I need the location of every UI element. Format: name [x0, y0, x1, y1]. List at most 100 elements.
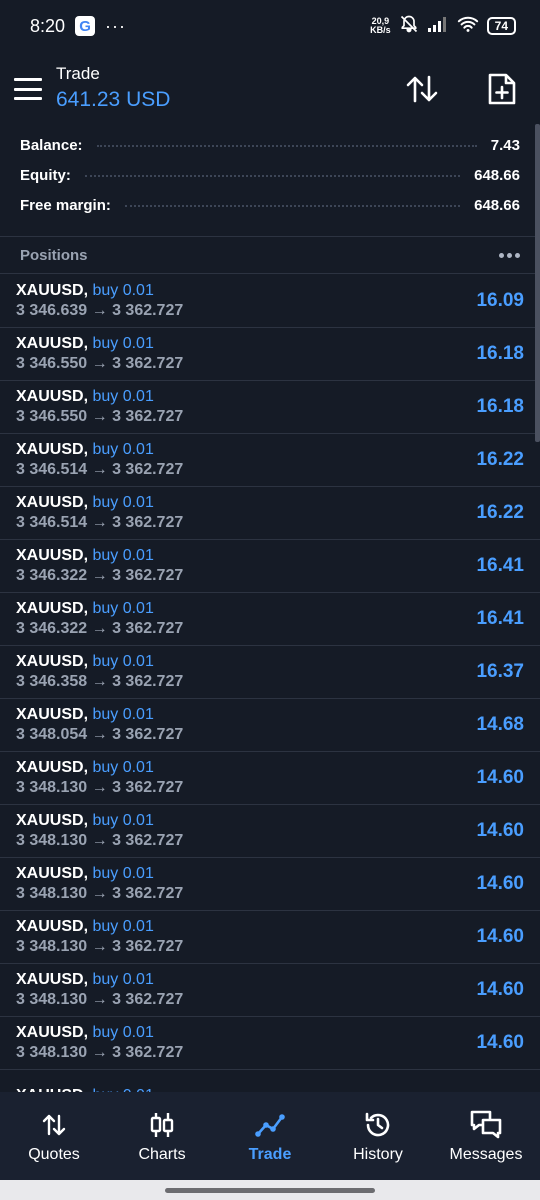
position-row[interactable]: XAUUSD, buy 0.01 3 348.130 → 3 362.727 14.…: [0, 752, 540, 805]
position-profit: 16.41: [476, 608, 524, 629]
position-prices: 3 348.130 → 3 362.727: [16, 1044, 184, 1061]
position-prices: 3 346.322 → 3 362.727: [16, 620, 184, 637]
position-profit: 16.18: [476, 396, 524, 417]
trade-icon: [255, 1108, 285, 1142]
position-details: XAUUSD, buy 0.01 3 346.550 → 3 362.727: [16, 387, 183, 427]
nav-label: Quotes: [28, 1146, 80, 1163]
position-trade: buy 0.01: [92, 547, 154, 564]
position-trade: buy 0.01: [92, 335, 154, 352]
position-row[interactable]: XAUUSD, buy 0.01 3 346.639 → 3 362.727 16.…: [0, 275, 540, 328]
bottom-nav: Quotes Charts Trade History Messages: [0, 1092, 540, 1180]
position-row[interactable]: XAUUSD, buy 0.01 3 346.550 → 3 362.727 16.…: [0, 381, 540, 434]
new-order-icon[interactable]: [484, 71, 520, 107]
gesture-bar: [0, 1180, 540, 1200]
position-row[interactable]: XAUUSD, buy 0.01 3 346.550 → 3 362.727 16.…: [0, 328, 540, 381]
wifi-icon: [457, 15, 479, 38]
position-profit: 14.60: [476, 979, 524, 1000]
menu-icon[interactable]: [14, 78, 42, 100]
position-symbol: XAUUSD: [16, 759, 84, 776]
position-trade: buy 0.01: [92, 971, 154, 988]
position-row[interactable]: XAUUSD, buy 0.01 3 348.130 → 3 362.727 14.…: [0, 911, 540, 964]
account-summary: Balance: 7.43 Equity: 648.66 Free margin…: [0, 130, 540, 220]
position-row[interactable]: XAUUSD, buy 0.01 3 346.514 → 3 362.727 16.…: [0, 434, 540, 487]
position-profit: 14.60: [476, 926, 524, 947]
position-details: XAUUSD, buy 0.01 3 346.322 → 3 362.727: [16, 546, 183, 586]
position-title: XAUUSD, buy 0.01: [16, 599, 183, 619]
position-row[interactable]: XAUUSD, buy 0.01 3 346.358 → 3 362.727 16.…: [0, 646, 540, 699]
position-trade: buy 0.01: [92, 653, 154, 670]
position-profit: 16.09: [476, 290, 524, 311]
position-trade: buy 0.01: [92, 282, 154, 299]
position-prices: 3 346.322 → 3 362.727: [16, 567, 184, 584]
position-trade: buy 0.01: [92, 441, 154, 458]
app-header: Trade 641.23 USD: [0, 52, 540, 126]
position-prices: 3 346.550 → 3 362.727: [16, 408, 184, 425]
position-trade: buy 0.01: [92, 706, 154, 723]
position-title: XAUUSD, buy 0.01: [16, 758, 183, 778]
summary-value: 648.66: [474, 196, 520, 214]
position-trade: buy 0.01: [92, 812, 154, 829]
nav-history[interactable]: History: [324, 1092, 432, 1180]
position-row[interactable]: XAUUSD, buy 0.01 3 348.130 → 3 362.727 14.…: [0, 1017, 540, 1070]
position-prices: 3 346.550 → 3 362.727: [16, 355, 184, 372]
dotted-leader: [96, 145, 477, 147]
nav-quotes[interactable]: Quotes: [0, 1092, 108, 1180]
position-row[interactable]: XAUUSD, buy 0.01 3 348.130 → 3 362.727 14.…: [0, 805, 540, 858]
quotes-icon: [41, 1108, 67, 1142]
home-gesture-handle[interactable]: [165, 1187, 375, 1193]
more-options-icon[interactable]: [499, 252, 520, 258]
dotted-leader: [84, 175, 461, 177]
position-title: XAUUSD, buy 0.01: [16, 917, 183, 937]
position-row[interactable]: XAUUSD, buy 0.01 3 346.322 → 3 362.727 16.…: [0, 593, 540, 646]
position-profit: 16.22: [476, 502, 524, 523]
more-notifications-icon: ···: [105, 15, 127, 36]
position-row[interactable]: XAUUSD, buy 0.01 3 348.130 → 3 362.727 14.…: [0, 964, 540, 1017]
positions-list: XAUUSD, buy 0.01 3 346.639 → 3 362.727 16.…: [0, 275, 540, 1092]
google-app-icon: G: [75, 16, 96, 36]
position-prices: 3 348.054 → 3 362.727: [16, 726, 184, 743]
position-title: XAUUSD, buy 0.01: [16, 493, 183, 513]
nav-label: Charts: [138, 1146, 186, 1163]
scrollbar[interactable]: [535, 124, 540, 442]
positions-header: Positions: [0, 236, 540, 274]
position-prices: 3 346.358 → 3 362.727: [16, 673, 184, 690]
position-details: XAUUSD, buy 0.01 3 348.054 → 3 362.727: [16, 705, 183, 745]
network-speed: 20,9 KB/s: [370, 17, 391, 35]
status-bar: 8:20 G ··· 20,9 KB/s 74: [0, 0, 540, 52]
header-titles: Trade 641.23 USD: [56, 64, 170, 114]
position-title: XAUUSD, buy 0.01: [16, 811, 183, 831]
position-row[interactable]: XAUUSD, buy 0.01 3 346.514 → 3 362.727 16.…: [0, 487, 540, 540]
position-prices: 3 348.130 → 3 362.727: [16, 938, 184, 955]
position-prices: 3 348.130 → 3 362.727: [16, 779, 184, 796]
nav-trade[interactable]: Trade: [216, 1092, 324, 1180]
header-actions: [404, 71, 520, 107]
position-row[interactable]: XAUUSD, buy 0.01 3 346.322 → 3 362.727 16.…: [0, 540, 540, 593]
position-details: XAUUSD, buy 0.01 3 346.514 → 3 362.727: [16, 440, 183, 480]
nav-messages[interactable]: Messages: [432, 1092, 540, 1180]
position-profit: 14.68: [476, 714, 524, 735]
summary-row-equity: Equity: 648.66: [20, 160, 520, 190]
position-details: XAUUSD, buy 0.01 3 346.358 → 3 362.727: [16, 652, 183, 692]
position-profit: 16.22: [476, 449, 524, 470]
position-symbol: XAUUSD: [16, 600, 84, 617]
position-symbol: XAUUSD: [16, 335, 84, 352]
sort-icon[interactable]: [404, 71, 440, 107]
nav-charts[interactable]: Charts: [108, 1092, 216, 1180]
position-row[interactable]: XAUUSD, buy 0.01 3 348.054 → 3 362.727 14.…: [0, 699, 540, 752]
position-trade: buy 0.01: [92, 388, 154, 405]
nav-label: Messages: [449, 1146, 523, 1163]
position-row[interactable]: XAUUSD, buy 0.01 3 348.130 → 3 362.727 14.…: [0, 858, 540, 911]
position-title: XAUUSD, buy 0.01: [16, 281, 183, 301]
position-prices: 3 348.130 → 3 362.727: [16, 991, 184, 1008]
position-symbol: XAUUSD: [16, 653, 84, 670]
position-title: XAUUSD, buy 0.01: [16, 652, 183, 672]
position-symbol: XAUUSD: [16, 441, 84, 458]
position-symbol: XAUUSD: [16, 282, 84, 299]
position-row[interactable]: XAUUSD, buy 0.01: [0, 1070, 540, 1092]
position-symbol: XAUUSD: [16, 547, 84, 564]
position-prices: 3 348.130 → 3 362.727: [16, 832, 184, 849]
position-prices: 3 348.130 → 3 362.727: [16, 885, 184, 902]
position-symbol: XAUUSD: [16, 812, 84, 829]
position-symbol: XAUUSD: [16, 388, 84, 405]
history-icon: [363, 1108, 393, 1142]
